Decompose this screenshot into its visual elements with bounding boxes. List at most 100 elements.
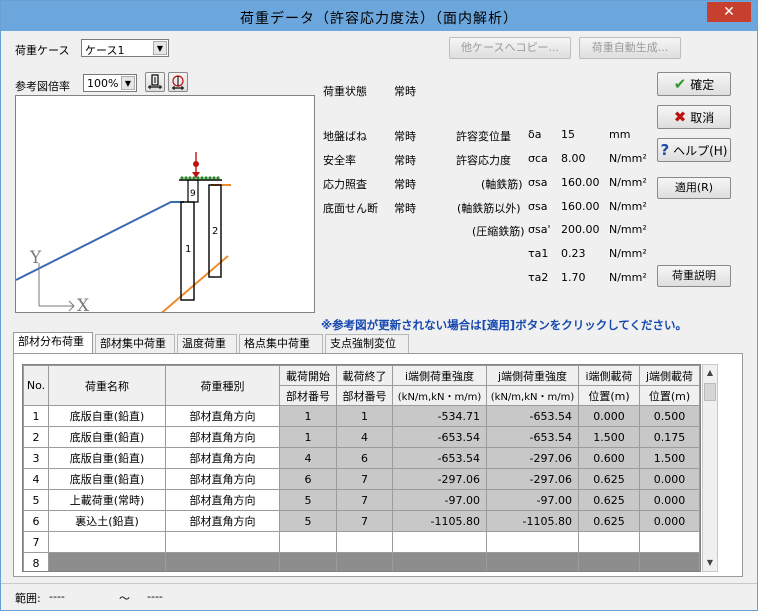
tab-support-forced-displacement[interactable]: 支点強制変位 — [325, 334, 409, 354]
table-row[interactable]: 1 底版自重(鉛直) 部材直角方向 1 1 -534.71 -653.54 0.000 0.50… — [23, 405, 700, 427]
table-cell[interactable]: -653.54 — [392, 426, 487, 448]
table-cell[interactable]: -297.06 — [392, 468, 487, 490]
table-cell[interactable]: 7 — [336, 468, 393, 490]
table-cell[interactable]: 1.500 — [639, 447, 700, 469]
scroll-up-icon[interactable]: ▲ — [703, 365, 717, 381]
close-button[interactable]: ✕ — [707, 2, 751, 22]
table-cell[interactable]: -653.54 — [486, 426, 579, 448]
table-cell[interactable]: 底版自重(鉛直) — [48, 426, 166, 448]
table-cell[interactable]: 5 — [279, 510, 337, 532]
node-number-toggle-button[interactable] — [168, 72, 188, 92]
table-cell[interactable]: -653.54 — [486, 405, 579, 427]
table-cell[interactable]: 0.500 — [639, 405, 700, 427]
member-number-toggle-button[interactable] — [145, 72, 165, 92]
table-cell[interactable]: 0.000 — [578, 405, 640, 427]
case-select[interactable]: ケース1 ▼ — [81, 39, 169, 57]
table-cell[interactable]: 0.000 — [639, 510, 700, 532]
table-cell[interactable]: 0.000 — [639, 489, 700, 511]
help-button[interactable]: ? ヘルプ(H) — [657, 138, 731, 162]
auto-generate-button[interactable]: 荷重自動生成... — [579, 37, 681, 59]
table-cell[interactable] — [486, 531, 579, 553]
table-cell[interactable]: 7 — [336, 510, 393, 532]
table-cell[interactable]: 1.500 — [578, 426, 640, 448]
table-cell[interactable]: -97.00 — [392, 489, 487, 511]
tab-temperature-load[interactable]: 温度荷重 — [177, 334, 237, 354]
table-cell[interactable]: 部材直角方向 — [165, 405, 280, 427]
apply-button[interactable]: 適用(R) — [657, 177, 731, 199]
table-cell[interactable]: 5 — [279, 489, 337, 511]
chevron-down-icon[interactable]: ▼ — [121, 76, 135, 90]
zoom-select-value: 100% — [87, 77, 119, 90]
table-cell[interactable]: 部材直角方向 — [165, 489, 280, 511]
table-cell[interactable]: 0.625 — [578, 489, 640, 511]
table-cell[interactable]: 底版自重(鉛直) — [48, 468, 166, 490]
table-cell[interactable]: 部材直角方向 — [165, 426, 280, 448]
table-cell[interactable] — [48, 531, 166, 553]
ok-button[interactable]: ✔ 確定 — [657, 72, 731, 96]
table-cell[interactable]: -97.00 — [486, 489, 579, 511]
table-cell[interactable] — [578, 531, 640, 553]
table-cell[interactable]: 底版自重(鉛直) — [48, 405, 166, 427]
table-cell[interactable] — [48, 552, 166, 571]
grid-vertical-scrollbar[interactable]: ▲ ▼ — [702, 364, 718, 572]
table-cell[interactable]: 1 — [336, 405, 393, 427]
table-cell[interactable]: -653.54 — [392, 447, 487, 469]
table-cell[interactable]: -1105.80 — [392, 510, 487, 532]
table-cell[interactable]: 1 — [279, 426, 337, 448]
table-cell[interactable]: -534.71 — [392, 405, 487, 427]
tab-member-distributed-load[interactable]: 部材分布荷重 — [13, 332, 93, 354]
table-cell[interactable]: -297.06 — [486, 447, 579, 469]
table-cell[interactable] — [165, 531, 280, 553]
table-row[interactable]: 7 — [23, 531, 700, 553]
table-cell[interactable]: 0.175 — [639, 426, 700, 448]
tab-node-concentrated-load[interactable]: 格点集中荷重 — [239, 334, 323, 354]
table-cell[interactable]: 0.600 — [578, 447, 640, 469]
table-row[interactable]: 8 — [23, 552, 700, 571]
table-cell[interactable] — [165, 552, 280, 571]
ground-line — [15, 201, 184, 281]
zoom-select[interactable]: 100% ▼ — [83, 74, 137, 92]
table-cell[interactable] — [279, 552, 337, 571]
load-description-button[interactable]: 荷重説明 — [657, 265, 731, 287]
table-row[interactable]: 6 裏込土(鉛直) 部材直角方向 5 7 -1105.80 -1105.80 0.625 0.0… — [23, 510, 700, 532]
table-cell[interactable]: 4 — [336, 426, 393, 448]
table-cell[interactable]: -1105.80 — [486, 510, 579, 532]
member-number-icon — [148, 74, 162, 89]
table-cell[interactable] — [639, 531, 700, 553]
table-cell[interactable]: 0.000 — [639, 468, 700, 490]
table-row[interactable]: 3 底版自重(鉛直) 部材直角方向 4 6 -653.54 -297.06 0.600 1.50… — [23, 447, 700, 469]
table-row[interactable]: 4 底版自重(鉛直) 部材直角方向 6 7 -297.06 -297.06 0.625 0.00… — [23, 468, 700, 490]
zoom-label: 参考図倍率 — [15, 80, 70, 93]
table-row[interactable]: 5 上載荷重(常時) 部材直角方向 5 7 -97.00 -97.00 0.625 0.000 — [23, 489, 700, 511]
table-cell[interactable] — [392, 552, 487, 571]
table-cell[interactable]: 0.625 — [578, 510, 640, 532]
table-cell[interactable]: -297.06 — [486, 468, 579, 490]
table-cell[interactable] — [578, 552, 640, 571]
copy-to-other-case-button[interactable]: 他ケースへコピー... — [449, 37, 571, 59]
col-header-j-intensity: j端側荷重強度 — [486, 365, 579, 386]
table-cell[interactable]: 部材直角方向 — [165, 468, 280, 490]
cancel-button[interactable]: ✖ 取消 — [657, 105, 731, 129]
table-cell[interactable]: 0.625 — [578, 468, 640, 490]
chevron-down-icon[interactable]: ▼ — [153, 41, 167, 55]
table-cell[interactable]: 6 — [336, 447, 393, 469]
table-cell[interactable]: 上載荷重(常時) — [48, 489, 166, 511]
table-cell[interactable] — [392, 531, 487, 553]
table-cell[interactable]: 部材直角方向 — [165, 510, 280, 532]
tab-member-concentrated-load[interactable]: 部材集中荷重 — [95, 334, 175, 354]
table-cell[interactable]: 1 — [279, 405, 337, 427]
table-row[interactable]: 2 底版自重(鉛直) 部材直角方向 1 4 -653.54 -653.54 1.500 0.17… — [23, 426, 700, 448]
table-cell[interactable]: 4 — [279, 447, 337, 469]
table-cell[interactable] — [639, 552, 700, 571]
table-cell[interactable]: 6 — [279, 468, 337, 490]
table-cell[interactable] — [279, 531, 337, 553]
table-cell[interactable]: 部材直角方向 — [165, 447, 280, 469]
table-cell[interactable]: 底版自重(鉛直) — [48, 447, 166, 469]
table-cell[interactable]: 7 — [336, 489, 393, 511]
table-cell[interactable]: 裏込土(鉛直) — [48, 510, 166, 532]
table-cell[interactable] — [336, 531, 393, 553]
scroll-down-icon[interactable]: ▼ — [703, 555, 717, 571]
table-cell[interactable] — [486, 552, 579, 571]
scroll-thumb[interactable] — [704, 383, 716, 401]
table-cell[interactable] — [336, 552, 393, 571]
